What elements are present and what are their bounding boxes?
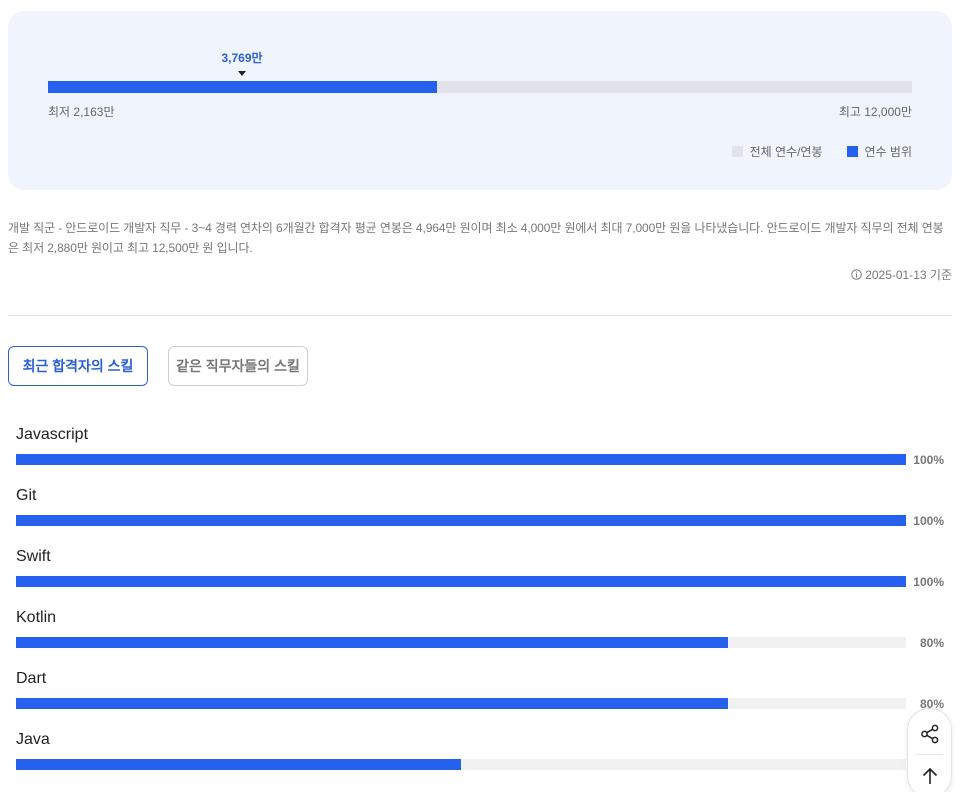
legend-label-range: 연수 범위 bbox=[864, 145, 913, 159]
info-icon bbox=[851, 269, 862, 280]
salary-max-label: 최고 12,000만 bbox=[838, 105, 912, 119]
skill-track bbox=[16, 698, 906, 709]
skill-name: Javascript bbox=[16, 426, 89, 443]
skill-track bbox=[16, 576, 906, 587]
arrow-up-icon bbox=[922, 767, 937, 784]
skill-fill bbox=[16, 515, 906, 526]
skill-percent: 100% bbox=[913, 575, 944, 589]
skill-name: Swift bbox=[16, 548, 51, 565]
skill-fill bbox=[16, 698, 728, 709]
salary-marker-value: 3,769만 bbox=[221, 51, 263, 65]
share-button[interactable] bbox=[908, 713, 951, 755]
legend-swatch-range bbox=[846, 146, 858, 157]
skill-percent: 100% bbox=[913, 453, 944, 467]
skill-name: Dart bbox=[16, 670, 47, 687]
section-divider bbox=[8, 315, 952, 316]
caret-down-icon bbox=[238, 71, 246, 76]
skill-fill bbox=[16, 576, 906, 587]
skill-track bbox=[16, 637, 906, 648]
salary-legend: 전체 연수/연봉 연수 범위 bbox=[708, 143, 912, 160]
basis-date-text: 2025-01-13 기준 bbox=[865, 268, 952, 282]
skill-fill bbox=[16, 637, 728, 648]
skill-track bbox=[16, 454, 906, 465]
tab-recent-hires-skills[interactable]: 최근 합격자의 스킬 bbox=[8, 346, 148, 386]
skill-fill bbox=[16, 454, 906, 465]
skill-name: Kotlin bbox=[16, 609, 57, 626]
legend-swatch-total bbox=[731, 146, 743, 157]
salary-range-track bbox=[48, 81, 912, 93]
salary-range-fill bbox=[48, 81, 437, 93]
tab-same-role-skills[interactable]: 같은 직무자들의 스킬 bbox=[168, 346, 308, 386]
skill-percent: 80% bbox=[919, 636, 944, 650]
skill-percent: 100% bbox=[913, 514, 944, 528]
basis-date: 2025-01-13 기준 bbox=[851, 266, 952, 283]
skill-track bbox=[16, 759, 906, 770]
legend-item-range: 연수 범위 bbox=[846, 143, 913, 160]
legend-item-total: 전체 연수/연봉 bbox=[731, 143, 823, 160]
scroll-to-top-button[interactable] bbox=[908, 755, 951, 792]
salary-range-card: 3,769만 최저 2,163만 최고 12,000만 전체 연수/연봉 연수 … bbox=[8, 11, 952, 190]
floating-action-panel bbox=[907, 708, 952, 792]
skill-track bbox=[16, 515, 906, 526]
legend-label-total: 전체 연수/연봉 bbox=[749, 145, 823, 159]
skill-fill bbox=[16, 759, 461, 770]
share-icon bbox=[920, 724, 938, 744]
salary-min-label: 최저 2,163만 bbox=[48, 105, 115, 119]
skill-name: Java bbox=[16, 731, 50, 748]
salary-description: 개발 직군 - 안드로이드 개발자 직무 - 3~4 경력 연차의 6개월간 합… bbox=[8, 221, 944, 255]
skill-name: Git bbox=[16, 487, 37, 504]
